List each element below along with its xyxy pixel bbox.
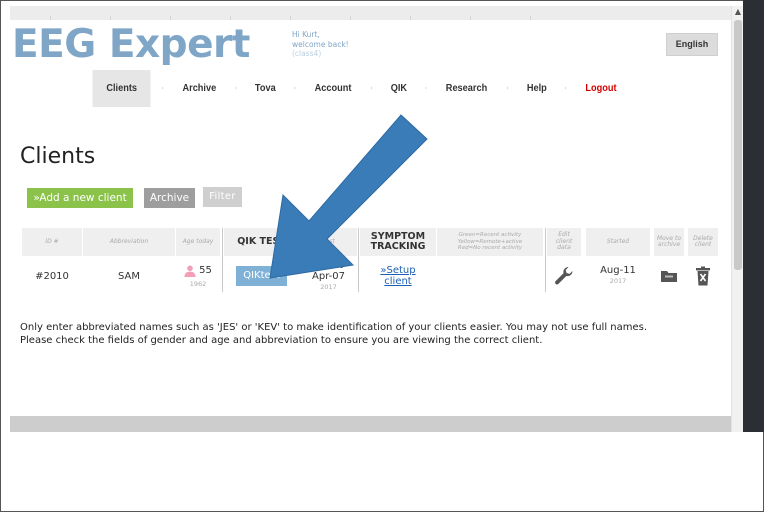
setup-client-link-line2[interactable]: client [384,276,411,287]
cell-started: Aug-11 2017 [586,260,650,292]
nav-separator: · [370,84,373,93]
nav-archive[interactable]: Archive [174,70,224,107]
main-nav: Clients · Archive · Tova · Account · QIK… [90,70,627,107]
cell-edit-client [547,260,581,292]
header-activity-legend: Green=Recent activity Yellow=Remote+acti… [437,228,543,256]
vertical-scrollbar[interactable]: ▲ [731,6,743,432]
nav-clients[interactable]: Clients [92,70,151,107]
header-last: Last [300,228,357,256]
cell-delete-client [688,260,718,292]
cell-age: 55 1962 [176,260,220,292]
header-move-line2: archive [657,241,681,248]
cell-id: #2010 [35,270,69,282]
nav-separator: · [234,84,238,93]
instructions-note: Only enter abbreviated names such as 'JE… [20,321,720,347]
started-year: 2017 [609,277,627,285]
nav-separator: · [293,84,297,93]
nav-logout[interactable]: Logout [577,70,625,107]
nav-qik[interactable]: QIK [382,70,415,107]
note-line1: Only enter abbreviated names such as 'JE… [20,322,648,333]
cell-qik-test: QIKtest [224,260,299,292]
cell-last-test: 1 test Apr-07 2017 [300,260,357,292]
nav-research[interactable]: Research [438,70,496,107]
header-id: ID # [22,228,82,256]
header-symptom-line2: TRACKING [370,241,426,252]
footer-bar [10,416,731,432]
header-edit-line3: data [557,244,571,252]
qiktest-button[interactable]: QIKtest [236,266,287,286]
age-value: 55 [199,265,212,276]
person-icon [184,265,196,277]
add-client-button[interactable]: »Add a new client [27,188,133,208]
header-abbreviation: Abbreviation [83,228,175,256]
cell-symptom-tracking: »Setup client [360,260,436,292]
nav-separator: · [506,84,509,93]
last-test-date: Apr-07 [312,270,345,282]
cell-move-archive [654,260,684,292]
nav-help[interactable]: Help [518,70,554,107]
legend-red: Red=No recent activity [457,245,523,252]
folder-icon[interactable] [660,269,678,283]
last-test-year: 2017 [320,282,337,291]
welcome-greeting: Hi Kurt, [292,30,320,39]
top-stripe [10,6,731,26]
cell-abbreviation: SAM [117,270,140,282]
header-delete-client: Delete client [688,228,718,256]
side-panel [743,0,764,432]
trash-icon[interactable] [695,266,711,286]
header-symptom-tracking: SYMPTOM TRACKING [360,228,436,256]
birth-year: 1962 [189,279,207,288]
header-started: Started [586,228,650,256]
scroll-thumb[interactable] [734,20,742,270]
header-edit-client: Edit client data [547,228,581,256]
filter-button[interactable]: Filter [203,187,242,207]
page-content: EEG Expert Hi Kurt, welcome back! (class… [10,20,731,416]
welcome-message: Hi Kurt, welcome back! (class4) [292,30,349,59]
welcome-back: welcome back! [292,39,349,49]
age-with-icon: 55 [184,265,212,277]
header-qik-test: QIK TEST [224,228,299,256]
language-button[interactable]: English [666,33,718,56]
nav-separator: · [424,84,428,93]
nav-separator: · [564,84,567,93]
welcome-class: (class4) [292,49,322,58]
setup-client-link-line1[interactable]: »Setup [380,265,415,276]
header-delete-line2: client [694,241,712,248]
wrench-icon[interactable] [553,265,575,287]
note-line2: Please check the fields of gender and ag… [20,335,543,346]
scroll-up-icon[interactable]: ▲ [732,6,744,18]
nav-tova[interactable]: Tova [247,70,284,107]
nav-account[interactable]: Account [307,70,360,107]
header-move-archive: Move to archive [654,228,684,256]
archive-button[interactable]: Archive [144,188,195,208]
logo: EEG Expert [12,22,250,67]
page-title: Clients [20,144,96,169]
nav-separator: · [161,84,164,93]
last-test-count: 1 test [314,259,343,271]
started-date: Aug-11 [600,265,636,276]
header-age: Age today [176,228,220,256]
